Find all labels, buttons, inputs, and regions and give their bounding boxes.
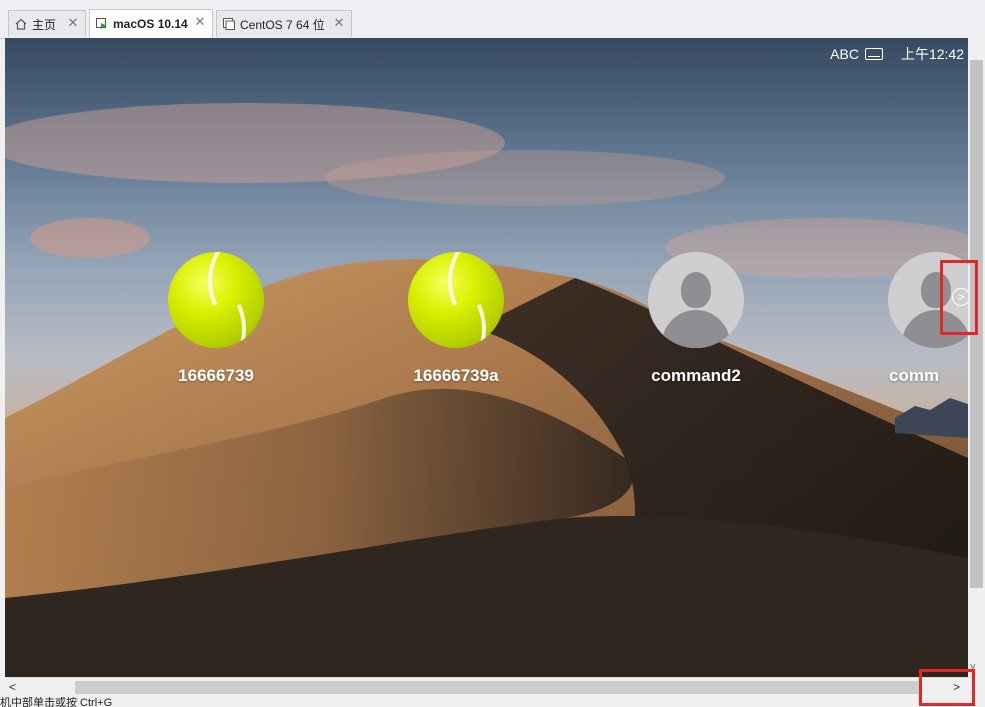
scroll-left-arrow-icon[interactable]: < [9,680,16,694]
user-account-16666739[interactable]: 16666739 [168,252,264,386]
status-bar: 机中部单击或按 Ctrl+G [0,697,985,707]
horizontal-scrollbar[interactable]: < > [5,677,977,697]
user-name: command2 [651,366,741,385]
user-name: comm [889,366,940,385]
user-name: 16666739a [413,366,499,385]
status-hint: 机中部单击或按 Ctrl+G [0,697,113,707]
default-user-avatar[interactable] [648,252,744,348]
tab-label: CentOS 7 64 位 [240,17,325,32]
highlight-box [940,260,978,335]
vm-icon [223,18,235,30]
tab-bar: 主页 ✕ macOS 10.14 ✕ CentOS 7 64 位 ✕ [0,0,985,39]
tab-home[interactable]: 主页 ✕ [8,10,86,37]
tab-label: macOS 10.14 [113,17,188,31]
vm-display[interactable]: ABC 上午12:42 16666739 16666739a command2 … [5,38,968,677]
tennis-ball-avatar[interactable] [408,252,504,348]
highlight-box [919,669,975,706]
horizontal-scroll-thumb[interactable] [75,681,920,694]
clock: 上午12:42 [900,46,964,62]
keyboard-icon[interactable] [864,48,883,60]
close-icon[interactable]: ✕ [194,15,206,28]
tab-centos[interactable]: CentOS 7 64 位 ✕ [216,10,352,37]
home-icon [15,18,27,30]
tab-label: 主页 [32,17,57,32]
user-account-16666739a[interactable]: 16666739a [408,252,504,386]
tab-macos[interactable]: macOS 10.14 ✕ [89,9,213,38]
tennis-ball-avatar[interactable] [168,252,264,348]
close-icon[interactable]: ✕ [333,16,345,29]
vm-running-icon [96,18,108,30]
close-icon[interactable]: ✕ [67,16,79,29]
vertical-scrollbar[interactable]: ˅ [968,38,985,677]
menu-extras: ABC 上午12:42 [830,44,964,64]
user-name: 16666739 [178,366,254,385]
input-source-label[interactable]: ABC [830,46,859,62]
user-account-command2[interactable]: command2 [648,252,744,386]
